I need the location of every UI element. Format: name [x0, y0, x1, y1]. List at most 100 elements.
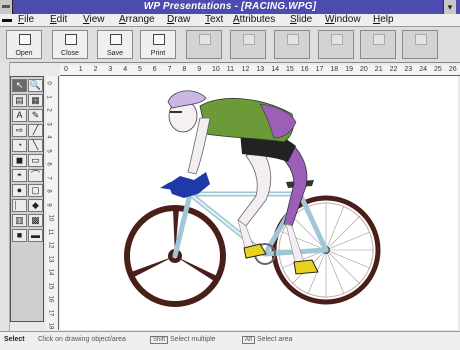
menu-edit[interactable]: Edit	[50, 14, 67, 26]
menu-draw-rest: raw	[174, 14, 191, 25]
menu-slide[interactable]: Slide	[290, 14, 312, 26]
open-label: Open	[15, 50, 33, 57]
status-shift-hint: Shift Select multiple	[150, 336, 216, 344]
ruler-tick: 3	[108, 66, 113, 73]
ruler-tick: 6	[152, 66, 157, 73]
ruler-tick: 8	[182, 66, 187, 73]
pen-icon[interactable]: ✎	[28, 109, 43, 122]
rectangle-icon[interactable]: ▭	[28, 154, 43, 167]
tool-icon	[287, 34, 299, 45]
fill-color-icon[interactable]: ■	[12, 229, 27, 242]
chart-icon[interactable]: ▤	[12, 94, 27, 107]
menu-text[interactable]: Text	[205, 14, 223, 26]
menu-window-rest: indow	[334, 14, 361, 25]
ruler-tick: 17	[315, 66, 324, 73]
toolbar-button-9[interactable]	[360, 30, 396, 59]
vertical-ruler-tick: 14	[47, 268, 54, 276]
menu-file-rest: ile	[24, 14, 35, 25]
polyline-icon[interactable]: ╲	[28, 139, 43, 152]
rear-shoe	[293, 259, 319, 275]
menu-help[interactable]: Help	[373, 14, 394, 26]
tool-palette: ↖ 🔍 ▤ ▦ A ✎ ⇨ ╱ ◔ ╲ ◼ ▭ ◓ ⌒ ● ▢ ⎸ ◆ ▥ ▩ ■ ▬	[10, 76, 44, 322]
fill-icon[interactable]: ◼	[12, 154, 27, 167]
menu-attributes[interactable]: Attributes	[233, 14, 275, 26]
status-hint-multiple: Select multiple	[170, 336, 216, 343]
save-label: Save	[107, 50, 123, 57]
ruler-tick: 25	[434, 66, 442, 73]
shift-key: Shift	[150, 336, 169, 344]
vertical-ruler-tick: 11	[47, 228, 54, 235]
menu-attributes-accel: A	[233, 14, 240, 25]
menu-arrange[interactable]: Arrange	[119, 14, 155, 26]
ruler-tick: 19	[345, 66, 353, 73]
arrow-icon[interactable]: ⇨	[12, 124, 27, 137]
text-icon[interactable]: A	[12, 109, 27, 122]
toolbar-button-6[interactable]	[230, 30, 266, 59]
menu-draw[interactable]: Draw	[167, 14, 190, 26]
vertical-ruler: 0 1 2 3 4 5 6 7 8 9 10 11 12 13 14 15 16 17 18	[46, 76, 59, 330]
line-style-icon[interactable]: ◆	[28, 199, 43, 212]
ruler-tick: 1	[78, 66, 83, 73]
circle-icon[interactable]: ●	[12, 184, 27, 197]
curve-icon[interactable]: ◔	[12, 139, 27, 152]
toolbar-button-5[interactable]	[186, 30, 222, 59]
horizontal-ruler: 0 1 2 3 4 5 6 7 8 9 10 11 12 13 14 15 16 17 18 19 20 21 22 23 24…	[60, 65, 460, 76]
ruler-tick: 10	[212, 66, 220, 73]
tool-icon	[373, 34, 385, 45]
open-button[interactable]: Open	[6, 30, 42, 59]
vertical-ruler-tick: 2	[45, 108, 52, 112]
vertical-ruler-tick: 17	[47, 309, 54, 316]
line-color-icon[interactable]: ▬	[28, 229, 43, 242]
save-button[interactable]: Save	[97, 30, 133, 59]
ruler-tick: 7	[167, 66, 172, 73]
menu-view[interactable]: View	[83, 14, 105, 26]
toolbar-button-10[interactable]	[402, 30, 438, 59]
vertical-ruler-tick: 5	[45, 148, 52, 153]
arc-icon[interactable]: ◓	[12, 169, 27, 182]
print-icon	[153, 34, 165, 45]
ruler-tick: 21	[374, 66, 383, 73]
ruler-tick: 15	[286, 66, 294, 73]
tool-icon	[415, 34, 427, 45]
menu-attributes-rest: ttributes	[239, 14, 276, 25]
toolbar-button-8[interactable]	[318, 30, 354, 59]
ruler-tick: 16	[300, 66, 309, 73]
menu-edit-rest: dit	[56, 14, 68, 25]
menu-window[interactable]: Window	[325, 14, 361, 26]
toolbar-button-7[interactable]	[274, 30, 310, 59]
menu-view-rest: iew	[89, 14, 105, 25]
vertical-ruler-tick: 13	[47, 255, 54, 262]
fill-pattern-icon[interactable]: ▩	[28, 214, 43, 227]
menu-arrange-rest: rrange	[125, 14, 155, 25]
figure-icon[interactable]: ▦	[28, 94, 43, 107]
zoom-icon[interactable]: 🔍	[28, 79, 43, 92]
pointer-icon[interactable]: ↖	[12, 79, 27, 92]
vertical-ruler-tick: 15	[47, 282, 54, 289]
menu-slide-accel: S	[290, 14, 297, 25]
open-file-icon	[19, 34, 31, 45]
pattern-icon[interactable]: ▥	[12, 214, 27, 227]
print-button[interactable]: Print	[140, 30, 176, 59]
status-mode: Select	[4, 336, 25, 343]
shape-icon	[199, 34, 211, 45]
ruler-tick: 12	[241, 66, 250, 73]
line-width-icon[interactable]: ⎸	[12, 199, 27, 212]
close-label: Close	[61, 50, 79, 57]
menu-text-rest: ext	[210, 14, 224, 25]
freehand-icon[interactable]: ⌒	[28, 169, 43, 182]
drawing-canvas[interactable]	[60, 76, 458, 330]
status-alt-hint: Alt Select area	[242, 336, 292, 344]
rounded-rect-icon[interactable]: ▢	[28, 184, 43, 197]
minimize-button[interactable]: ▾	[443, 0, 456, 14]
ruler-tick: 5	[138, 66, 142, 73]
title-bar[interactable]: WP Presentations - [RACING.WPG] ▾	[0, 0, 460, 14]
vertical-ruler-tick: 8	[45, 189, 52, 193]
menu-help-rest: elp	[380, 14, 394, 25]
cyclist-illustration	[124, 90, 381, 307]
menu-control-box[interactable]: ▬	[2, 14, 12, 26]
line-icon[interactable]: ╱	[28, 124, 43, 137]
tool-icon	[243, 34, 255, 45]
menu-file[interactable]: File	[18, 14, 34, 26]
vertical-ruler-tick: 0	[45, 81, 52, 85]
close-button[interactable]: Close	[52, 30, 88, 59]
